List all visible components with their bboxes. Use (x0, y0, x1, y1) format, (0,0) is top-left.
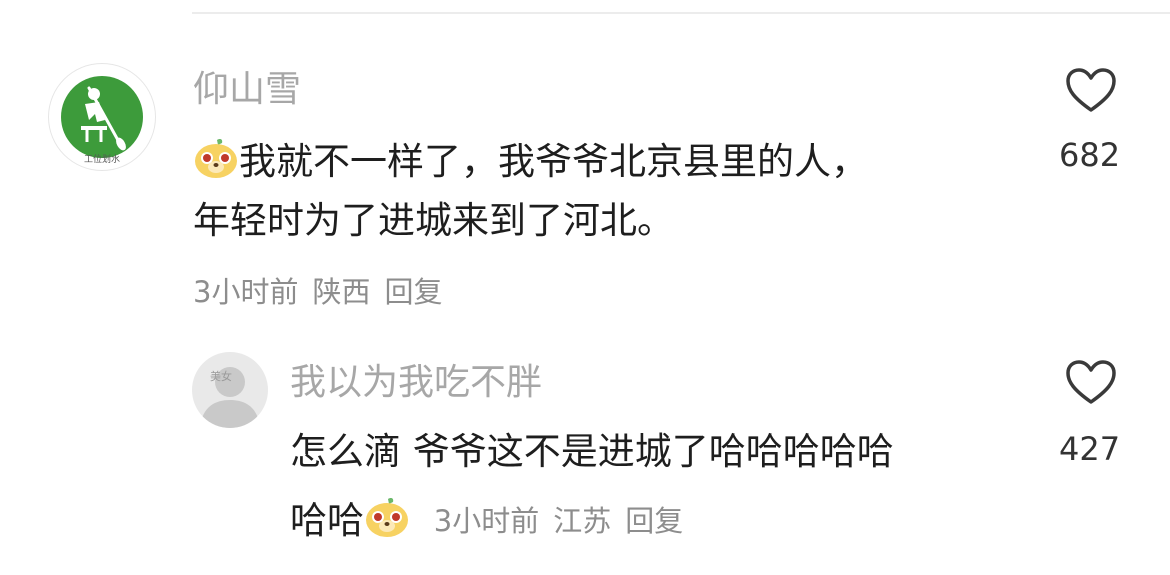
reply-location: 江苏 (553, 504, 612, 538)
heart-outline-icon (1066, 68, 1116, 112)
default-avatar-icon (200, 367, 260, 428)
reply-avatar[interactable]: 美女 (192, 352, 268, 428)
avatar-logo (61, 76, 143, 158)
comment-reply-button[interactable]: 回复 (384, 276, 442, 308)
reply-avatar-caption: 美女 (210, 370, 232, 383)
top-divider (192, 12, 1170, 14)
comment-text-line-1: 我就不一样了，我爷爷北京县里的人， (193, 138, 868, 182)
comment-like-button[interactable] (1046, 66, 1136, 118)
reply-like-count: 427 (1059, 430, 1121, 468)
cartoon-face-emoji-icon (364, 497, 410, 539)
reply-time: 3小时前 (433, 504, 540, 538)
avatar[interactable]: 工位划水 (48, 63, 156, 171)
cartoon-face-emoji-icon (193, 138, 239, 180)
reply-text-line-2-text: 哈哈 (290, 499, 364, 542)
comment-location: 陕西 (312, 275, 371, 309)
comment-text-line-2: 年轻时为了进城来到了河北。 (193, 199, 674, 242)
reply-reply-button[interactable]: 回复 (625, 505, 683, 537)
comment-username[interactable]: 仰山雪 (193, 70, 301, 110)
reply-meta: 3小时前 江苏 回复 (434, 504, 697, 538)
comment-meta: 3小时前 陕西 回复 (193, 276, 456, 308)
avatar-caption: 工位划水 (83, 155, 120, 165)
reply-like-button[interactable] (1046, 358, 1136, 410)
comment-text-line-1-text: 我就不一样了，我爷爷北京县里的人， (239, 140, 868, 183)
reply-text-line-1: 怎么滴 爷爷这不是进城了哈哈哈哈哈 (290, 430, 894, 473)
reply-username[interactable]: 我以为我吃不胖 (290, 363, 542, 403)
comment-time: 3小时前 (193, 275, 299, 309)
reply-text-line-2: 哈哈 3小时前 江苏 回复 (290, 497, 697, 541)
heart-outline-icon (1066, 360, 1116, 404)
comment-like-count: 682 (1059, 136, 1121, 174)
